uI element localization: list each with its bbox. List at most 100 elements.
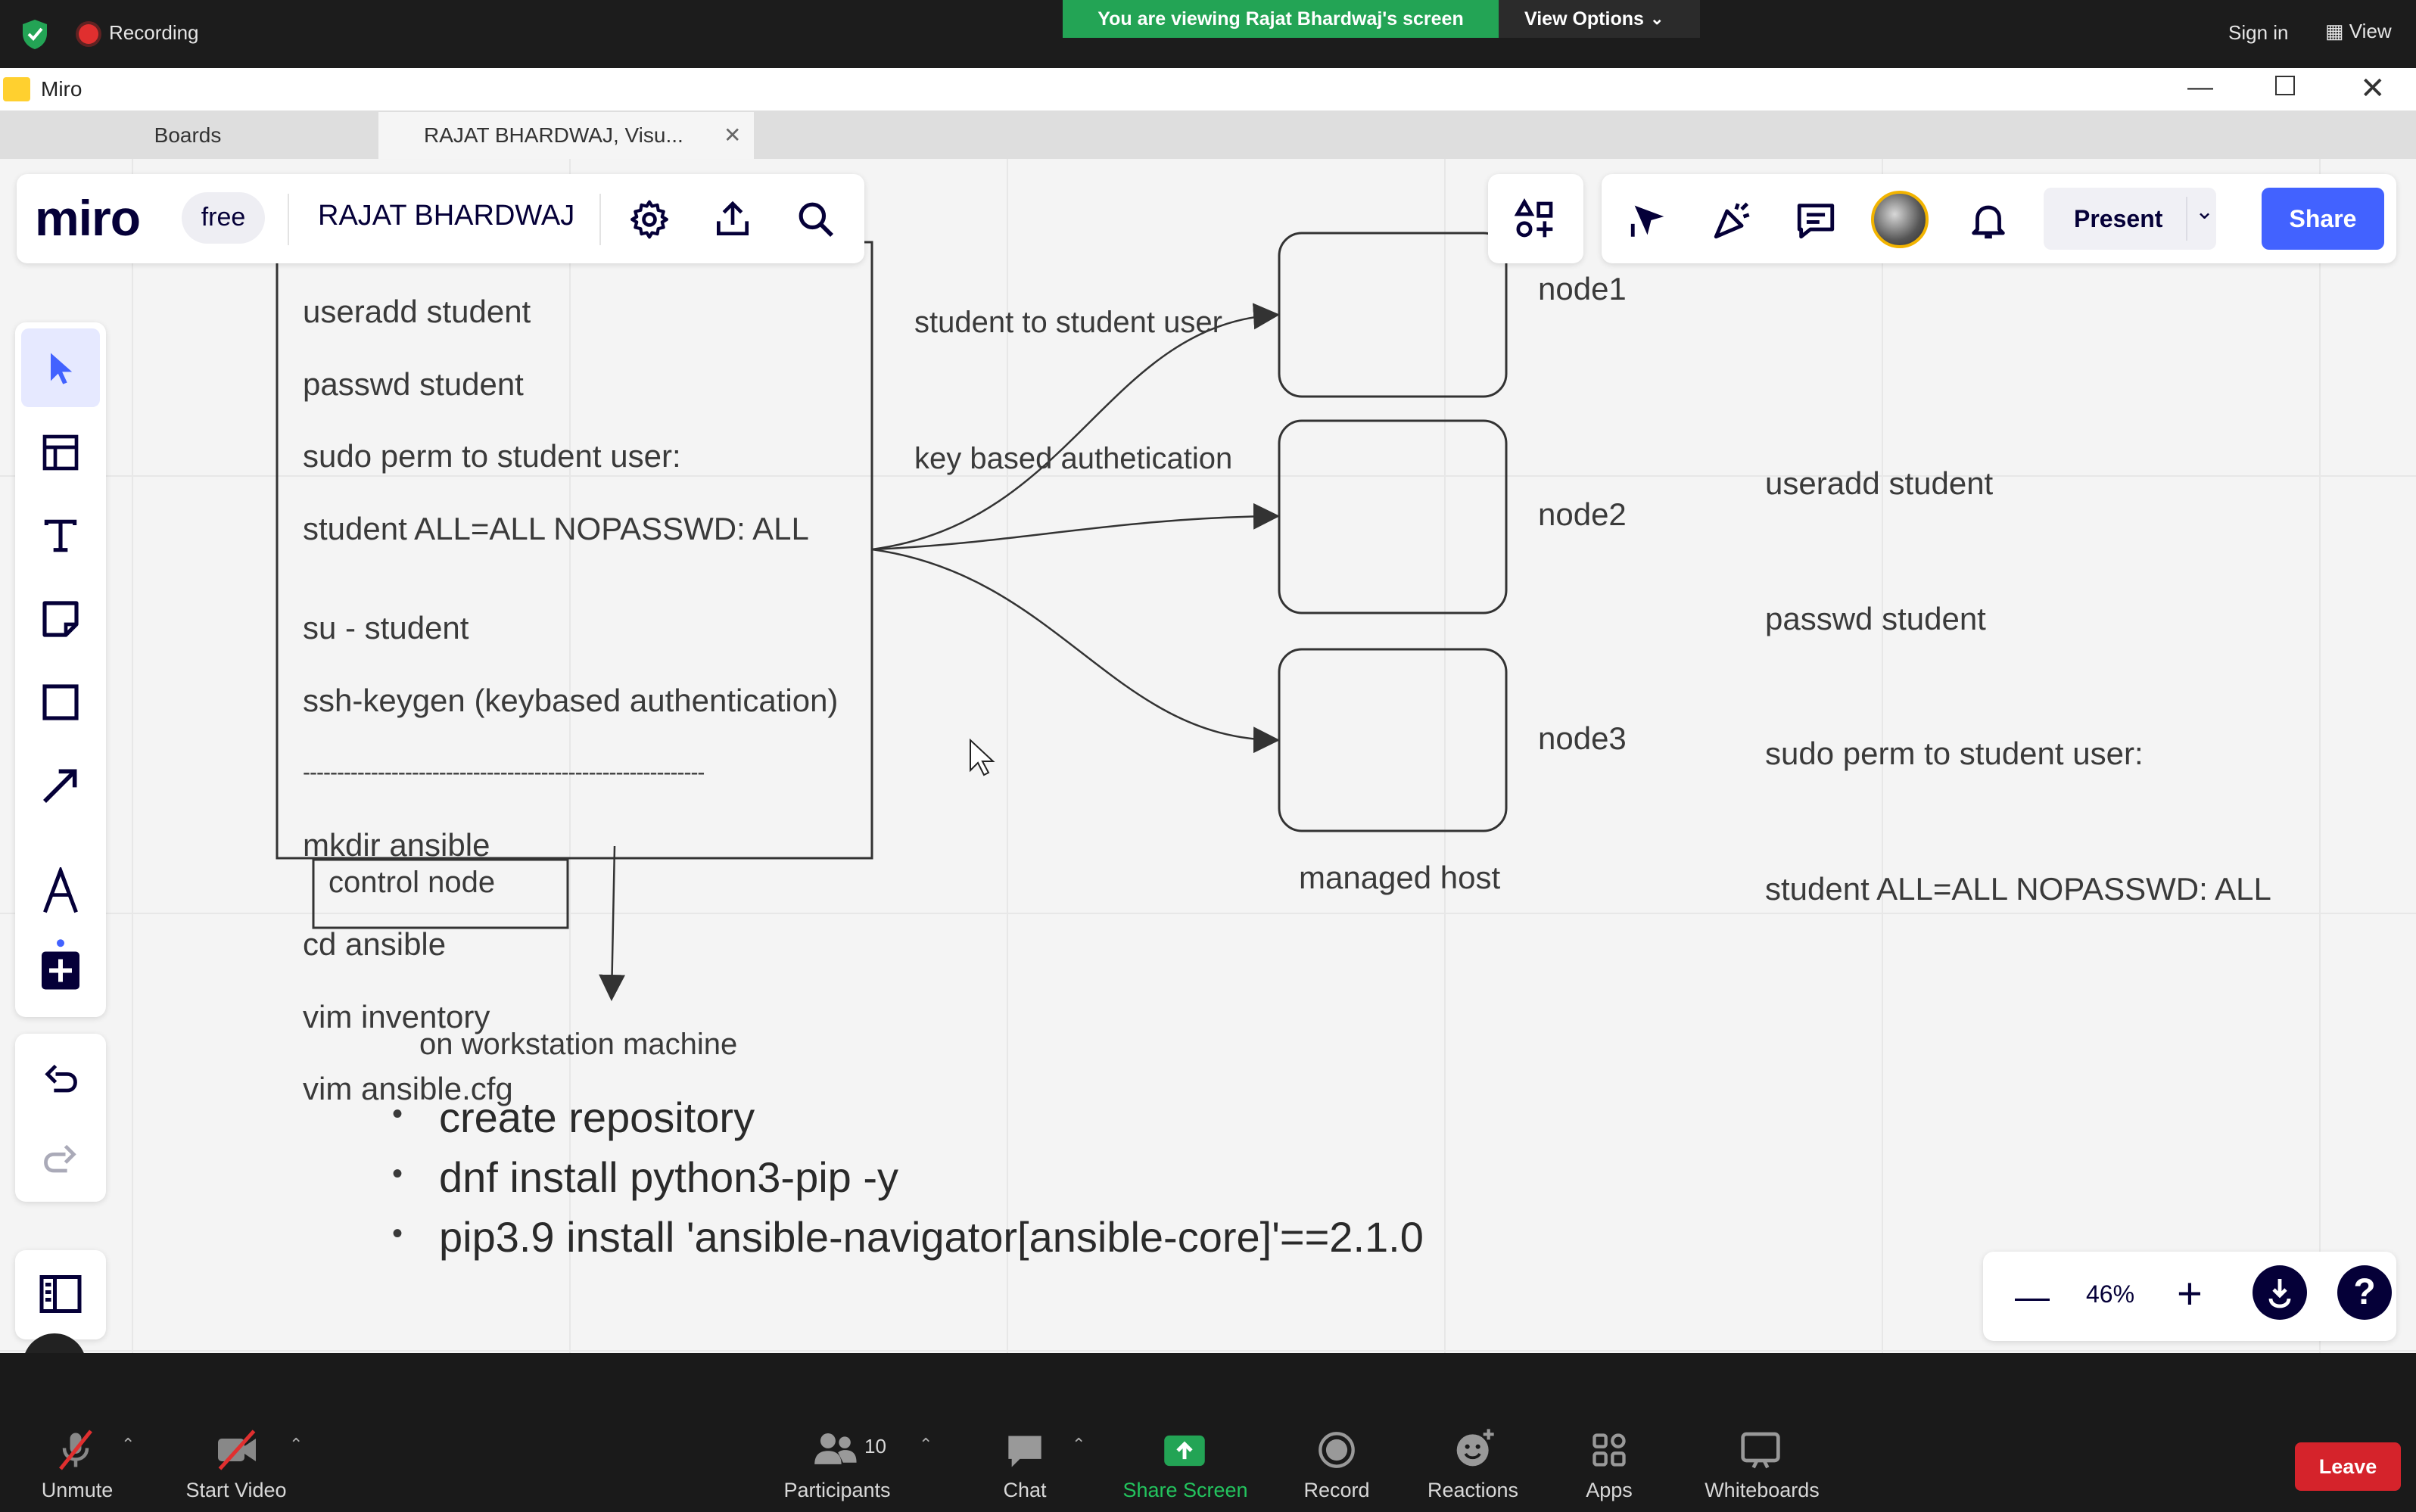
arrow-note: student to student user key based authet…	[914, 209, 1232, 527]
apps-shapes-icon[interactable]	[1514, 198, 1556, 241]
plan-badge[interactable]: free	[182, 192, 265, 244]
zoom-in-icon[interactable]: +	[2177, 1268, 2203, 1319]
close-icon[interactable]: ✕	[2360, 71, 2386, 106]
hand-point-icon	[2268, 1279, 2291, 1308]
note-line: student ALL=ALL NOPASSWD: ALL	[1765, 870, 2271, 907]
right-note: useradd student passwd student sudo perm…	[1765, 371, 2271, 957]
command-line: cd ansible	[303, 926, 447, 962]
apps-icon[interactable]	[1589, 1430, 1629, 1470]
chevron-down-icon[interactable]: ⌄	[2195, 198, 2214, 225]
recording-icon	[79, 24, 98, 44]
miro-app-icon	[3, 77, 30, 101]
miro-logo[interactable]: miro	[35, 189, 141, 247]
present-label: Present	[2074, 205, 2163, 232]
workstation-label: on workstation machine	[419, 1028, 738, 1061]
note-line: sudo perm to student user:	[1765, 736, 2144, 771]
whiteboard-icon[interactable]	[1739, 1430, 1782, 1470]
reactions-icon[interactable]	[1453, 1427, 1496, 1470]
leave-button[interactable]: Leave	[2295, 1442, 2401, 1491]
search-icon[interactable]	[795, 198, 837, 241]
main-command-text: useradd student passwd student sudo perm…	[303, 262, 860, 1125]
command-line: student ALL=ALL NOPASSWD: ALL	[303, 510, 809, 546]
present-divider	[2186, 197, 2187, 241]
text-tool-icon[interactable]	[39, 515, 82, 557]
present-button[interactable]: Present	[2044, 188, 2216, 250]
window-titlebar	[0, 68, 2416, 110]
bell-icon[interactable]	[1966, 198, 2010, 242]
tab-label: RAJAT BHARDWAJ, Visu...	[424, 123, 683, 147]
connection-line-icon[interactable]	[39, 764, 82, 807]
share-screen-label[interactable]: Share Screen	[1102, 1479, 1269, 1502]
toolbar-divider	[288, 194, 289, 245]
connector-node3[interactable]	[871, 548, 1280, 754]
sticky-note-icon[interactable]	[39, 598, 82, 640]
view-button[interactable]: ▦ View	[2325, 20, 2392, 43]
templates-icon[interactable]	[39, 431, 82, 474]
command-line: passwd student	[303, 366, 524, 402]
chevron-down-icon: ⌄	[1650, 9, 1664, 28]
recording-label: Recording	[109, 21, 199, 44]
zoom-out-icon[interactable]: —	[2015, 1276, 2050, 1317]
start-video-label[interactable]: Start Video	[153, 1479, 319, 1502]
comment-icon[interactable]	[1794, 198, 1838, 242]
view-options-button[interactable]: View Options ⌄	[1499, 0, 1700, 38]
mouse-cursor-icon	[970, 738, 995, 776]
share-button[interactable]: Share	[2262, 188, 2384, 250]
separator-line: ----------------------------------------…	[303, 760, 705, 785]
share-screen-icon[interactable]	[1163, 1433, 1206, 1468]
tab-current-board[interactable]: RAJAT BHARDWAJ, Visu... ✕	[378, 112, 754, 159]
bullet-text: dnf install python3-pip -y	[439, 1153, 899, 1201]
close-tab-icon[interactable]: ✕	[724, 112, 741, 159]
chevron-up-icon[interactable]: ⌃	[289, 1435, 303, 1454]
pen-tool-icon[interactable]	[39, 867, 82, 916]
participants-count: 10	[864, 1435, 886, 1458]
node2-box[interactable]	[1278, 419, 1508, 614]
participants-icon[interactable]	[813, 1430, 860, 1468]
note-line: useradd student	[1765, 465, 1994, 501]
celebrate-icon[interactable]	[1711, 198, 1754, 242]
chevron-up-icon[interactable]: ⌃	[121, 1435, 135, 1454]
video-off-icon[interactable]	[213, 1427, 260, 1473]
bullet-icon: •	[392, 1097, 403, 1131]
command-line: su - student	[303, 610, 469, 646]
tab-boards[interactable]: Boards	[0, 112, 375, 159]
minimize-icon[interactable]: —	[2187, 73, 2213, 102]
redo-icon[interactable]	[41, 1141, 80, 1181]
zoom-level[interactable]: 46%	[2086, 1280, 2134, 1308]
participants-label[interactable]: Participants	[754, 1479, 920, 1502]
bullet-text: create repository	[439, 1094, 755, 1141]
chevron-up-icon[interactable]: ⌃	[919, 1435, 932, 1454]
gear-icon[interactable]	[628, 198, 671, 241]
select-cursor-icon[interactable]	[41, 348, 80, 387]
follow-cursor-icon[interactable]	[1627, 198, 1671, 242]
chat-label[interactable]: Chat	[942, 1479, 1108, 1502]
help-icon[interactable]: ?	[2337, 1265, 2392, 1320]
muted-mic-icon[interactable]	[53, 1427, 98, 1473]
record-icon[interactable]	[1317, 1430, 1356, 1470]
sidebar-panel-icon[interactable]	[38, 1273, 83, 1315]
arrow-note-line: student to student user	[914, 306, 1222, 339]
sign-in-link[interactable]: Sign in	[2228, 21, 2289, 45]
chat-icon[interactable]	[1005, 1432, 1045, 1470]
export-icon[interactable]	[711, 198, 754, 241]
bullet-text: pip3.9 install 'ansible-navigator[ansibl…	[439, 1213, 1424, 1261]
view-label: View	[2349, 20, 2392, 42]
view-options-label: View Options	[1524, 8, 1644, 30]
board-name[interactable]: RAJAT BHARDWAJ	[318, 200, 574, 232]
chevron-up-icon[interactable]: ⌃	[1072, 1435, 1085, 1454]
undo-icon[interactable]	[41, 1061, 80, 1100]
avatar[interactable]	[1871, 191, 1929, 248]
bullet-icon: •	[392, 1157, 403, 1190]
shield-icon	[23, 20, 47, 49]
restore-icon[interactable]	[2275, 76, 2295, 95]
node1-box[interactable]	[1278, 232, 1508, 398]
add-more-tools-icon[interactable]	[38, 938, 83, 991]
command-line: mkdir ansible	[303, 826, 490, 863]
command-line: sudo perm to student user:	[303, 438, 681, 474]
node2-label: node2	[1538, 496, 1627, 532]
unmute-label[interactable]: Unmute	[0, 1479, 160, 1502]
shape-tool-icon[interactable]	[39, 681, 82, 723]
apps-label[interactable]: Apps	[1526, 1479, 1692, 1502]
whiteboards-label[interactable]: Whiteboards	[1679, 1479, 1845, 1502]
node3-box[interactable]	[1278, 648, 1508, 832]
